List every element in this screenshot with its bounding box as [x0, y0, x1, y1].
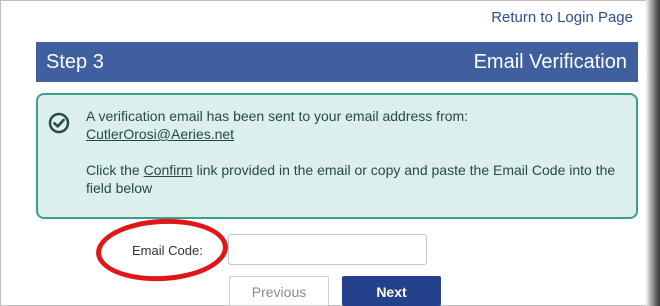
- notice-text: A verification email has been sent to yo…: [86, 107, 626, 197]
- step-number: Step 3: [46, 51, 104, 73]
- email-code-label: Email Code:: [132, 243, 203, 258]
- verification-notice: A verification email has been sent to yo…: [36, 93, 638, 219]
- return-to-login-link[interactable]: Return to Login Page: [491, 9, 633, 26]
- confirm-link[interactable]: Confirm: [144, 162, 193, 178]
- notice-line-2-prefix: Click the: [86, 162, 144, 178]
- check-circle-icon: [48, 112, 70, 134]
- window-edge-shadow: [646, 0, 660, 306]
- step-header-bar: Step 3 Email Verification: [36, 42, 638, 82]
- step-title: Email Verification: [473, 51, 627, 73]
- notice-line-1: A verification email has been sent to yo…: [86, 108, 469, 124]
- next-button[interactable]: Next: [342, 276, 441, 306]
- sender-email-link[interactable]: CutlerOrosi@Aeries.net: [86, 126, 234, 142]
- email-code-input[interactable]: [228, 234, 427, 265]
- previous-button[interactable]: Previous: [229, 276, 329, 306]
